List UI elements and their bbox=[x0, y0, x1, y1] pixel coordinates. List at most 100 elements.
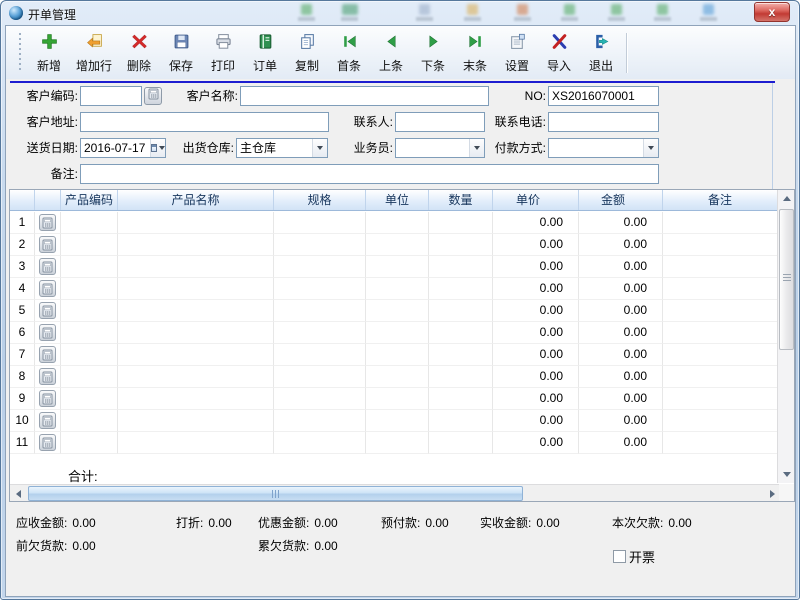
cell-product-code bbox=[61, 278, 118, 300]
contact-label: 联系人: bbox=[336, 112, 393, 132]
table-row[interactable]: 1 0.00 0.00 bbox=[10, 212, 777, 234]
header-product-name: 产品名称 bbox=[118, 190, 274, 210]
product-lookup-button[interactable] bbox=[39, 214, 56, 231]
next-record-button[interactable]: 下条 bbox=[413, 30, 453, 76]
cell-unit bbox=[366, 256, 429, 278]
last-record-icon bbox=[467, 33, 484, 55]
customer-name-input[interactable] bbox=[240, 86, 489, 106]
cell-product-name bbox=[118, 234, 274, 256]
payment-select[interactable] bbox=[548, 138, 659, 158]
triangle-down-icon bbox=[783, 472, 791, 477]
header-unit: 单位 bbox=[366, 190, 429, 210]
product-lookup-button[interactable] bbox=[39, 368, 56, 385]
lookup-icon bbox=[148, 87, 159, 105]
settings-icon bbox=[509, 33, 526, 55]
product-lookup-button[interactable] bbox=[39, 434, 56, 451]
table-row[interactable]: 10 0.00 0.00 bbox=[10, 410, 777, 432]
customer-address-input[interactable] bbox=[80, 112, 329, 132]
phone-input[interactable] bbox=[548, 112, 659, 132]
salesman-dropdown-button[interactable] bbox=[469, 139, 484, 157]
cell-remark bbox=[663, 388, 777, 410]
product-lookup-button[interactable] bbox=[39, 346, 56, 363]
horizontal-scroll-thumb[interactable] bbox=[28, 486, 523, 501]
invoice-checkbox[interactable]: 开票 bbox=[613, 547, 655, 566]
vertical-scroll-thumb[interactable] bbox=[779, 209, 794, 350]
background-ghost-icon bbox=[467, 4, 478, 15]
cell-remark bbox=[663, 344, 777, 366]
exit-button[interactable]: 退出 bbox=[581, 30, 621, 76]
product-lookup-button[interactable] bbox=[39, 302, 56, 319]
contact-input[interactable] bbox=[395, 112, 485, 132]
vertical-scrollbar[interactable] bbox=[777, 190, 794, 483]
table-row[interactable]: 2 0.00 0.00 bbox=[10, 234, 777, 256]
horizontal-scrollbar[interactable] bbox=[10, 484, 781, 501]
row-number: 4 bbox=[10, 278, 35, 300]
product-lookup-button[interactable] bbox=[39, 390, 56, 407]
row-number: 6 bbox=[10, 322, 35, 344]
header-amount: 金额 bbox=[579, 190, 663, 210]
toolbar-grip[interactable] bbox=[18, 33, 22, 73]
background-ghost-text bbox=[700, 17, 717, 21]
cell-unit bbox=[366, 366, 429, 388]
cell-qty bbox=[429, 432, 493, 454]
save-button[interactable]: 保存 bbox=[161, 30, 201, 76]
product-lookup-button[interactable] bbox=[39, 280, 56, 297]
titlebar[interactable]: 开单管理 x bbox=[1, 1, 799, 25]
scroll-up-button[interactable] bbox=[778, 190, 795, 207]
import-button[interactable]: 导入 bbox=[539, 30, 579, 76]
copy-button[interactable]: 复制 bbox=[287, 30, 327, 76]
scroll-down-button[interactable] bbox=[778, 466, 795, 483]
table-row[interactable]: 8 0.00 0.00 bbox=[10, 366, 777, 388]
table-row[interactable]: 6 0.00 0.00 bbox=[10, 322, 777, 344]
order-no-input[interactable]: XS2016070001 bbox=[548, 86, 659, 106]
settings-button[interactable]: 设置 bbox=[497, 30, 537, 76]
table-row[interactable]: 9 0.00 0.00 bbox=[10, 388, 777, 410]
customer-lookup-button[interactable] bbox=[144, 87, 162, 105]
new-button[interactable]: 新增 bbox=[29, 30, 69, 76]
table-row[interactable]: 11 0.00 0.00 bbox=[10, 432, 777, 454]
payment-dropdown-button[interactable] bbox=[643, 139, 658, 157]
row-number: 9 bbox=[10, 388, 35, 410]
print-button[interactable]: 打印 bbox=[203, 30, 243, 76]
add-row-button[interactable]: 增加行 bbox=[71, 30, 117, 76]
triangle-right-icon bbox=[770, 490, 775, 498]
header-product-code: 产品编码 bbox=[61, 190, 118, 210]
date-dropdown-button[interactable] bbox=[150, 139, 165, 157]
cell-spec bbox=[274, 366, 366, 388]
table-row[interactable]: 3 0.00 0.00 bbox=[10, 256, 777, 278]
product-lookup-button[interactable] bbox=[39, 324, 56, 341]
order-button[interactable]: 订单 bbox=[245, 30, 285, 76]
delivery-date-picker[interactable]: 2016-07-17 bbox=[80, 138, 166, 158]
salesman-select[interactable] bbox=[395, 138, 485, 158]
header-spec: 规格 bbox=[274, 190, 366, 210]
delete-button[interactable]: 删除 bbox=[119, 30, 159, 76]
cell-unit-price: 0.00 bbox=[493, 388, 579, 410]
discount: 打折:0.00 bbox=[176, 514, 232, 531]
first-record-icon bbox=[341, 33, 358, 55]
cell-qty bbox=[429, 278, 493, 300]
cell-spec bbox=[274, 322, 366, 344]
remark-input[interactable] bbox=[80, 164, 659, 184]
cell-unit-price: 0.00 bbox=[493, 300, 579, 322]
warehouse-dropdown-button[interactable] bbox=[312, 139, 327, 157]
product-lookup-button[interactable] bbox=[39, 258, 56, 275]
close-button[interactable]: x bbox=[754, 2, 790, 22]
first-record-button[interactable]: 首条 bbox=[329, 30, 369, 76]
product-lookup-button[interactable] bbox=[39, 412, 56, 429]
table-row[interactable]: 5 0.00 0.00 bbox=[10, 300, 777, 322]
chevron-down-icon bbox=[474, 146, 480, 150]
last-record-button[interactable]: 末条 bbox=[455, 30, 495, 76]
product-lookup-button[interactable] bbox=[39, 236, 56, 253]
cell-product-code bbox=[61, 410, 118, 432]
table-row[interactable]: 7 0.00 0.00 bbox=[10, 344, 777, 366]
customer-code-input[interactable] bbox=[80, 86, 142, 106]
scroll-left-button[interactable] bbox=[10, 485, 27, 502]
table-row[interactable]: 4 0.00 0.00 bbox=[10, 278, 777, 300]
checkbox-box[interactable] bbox=[613, 550, 626, 563]
prev-record-button[interactable]: 上条 bbox=[371, 30, 411, 76]
cell-remark bbox=[663, 278, 777, 300]
warehouse-select[interactable]: 主仓库 bbox=[236, 138, 328, 158]
header-lookup bbox=[35, 190, 61, 210]
no-label: NO: bbox=[504, 86, 546, 106]
order-entry-window: 开单管理 x 新增 增加行 删除 保存 bbox=[0, 0, 800, 600]
